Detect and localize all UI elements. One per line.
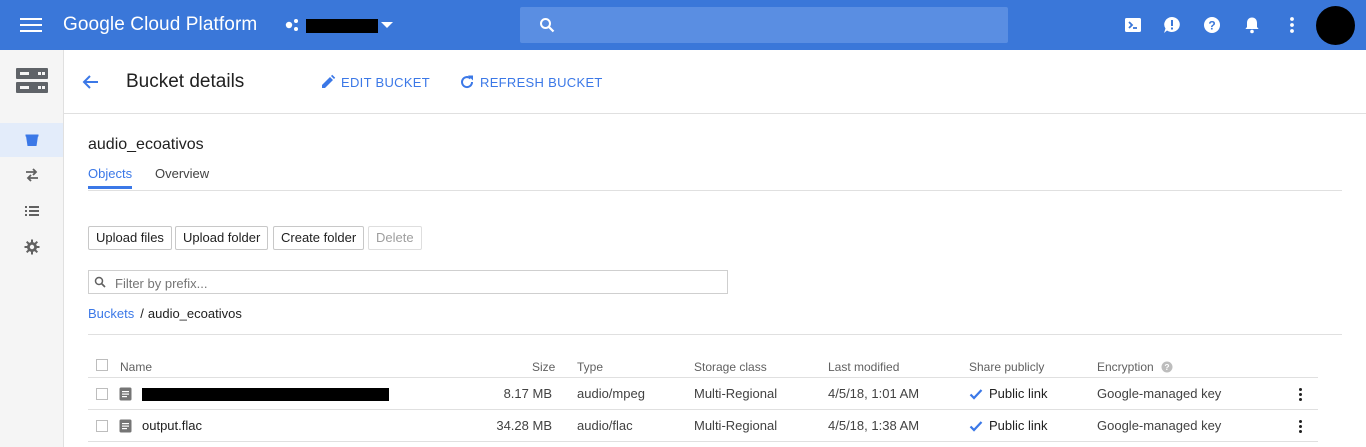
public-link[interactable]: Public link [989, 418, 1048, 433]
breadcrumb-current: audio_ecoativos [147, 306, 242, 321]
feedback-icon[interactable] [1162, 15, 1182, 35]
last-modified: 4/5/18, 1:01 AM [828, 386, 920, 401]
public-link[interactable]: Public link [989, 386, 1048, 401]
upload-files-button[interactable]: Upload files [88, 226, 172, 250]
file-size: 8.17 MB [503, 386, 552, 401]
row-divider [88, 409, 1318, 410]
create-folder-button[interactable]: Create folder [273, 226, 365, 250]
nav-item-transfer-appliance[interactable] [0, 194, 63, 228]
page-header: Bucket details EDIT BUCKET REFRESH BUCKE… [64, 50, 1366, 114]
nav-item-transfer[interactable] [0, 158, 63, 192]
more-vert-icon[interactable] [1282, 15, 1302, 35]
storage-class: Multi-Regional [694, 418, 778, 433]
row-divider [88, 441, 1318, 442]
row-divider [88, 377, 1318, 378]
app-brand[interactable]: Google Cloud Platform [63, 14, 257, 36]
svg-text:?: ? [1208, 19, 1215, 33]
row-checkbox[interactable] [96, 388, 108, 400]
encryption: Google-managed key [1097, 386, 1222, 401]
upload-folder-button[interactable]: Upload folder [175, 226, 269, 250]
divider [88, 334, 1342, 335]
check-icon[interactable] [969, 387, 983, 401]
column-header-storage-class[interactable]: Storage class [694, 360, 767, 374]
more-vert-icon[interactable] [1299, 388, 1303, 403]
search-icon [540, 18, 555, 33]
page-title: Bucket details [126, 71, 245, 92]
refresh-bucket-label: REFRESH BUCKET [480, 75, 603, 90]
storage-class: Multi-Regional [694, 386, 778, 401]
select-all-checkbox[interactable] [96, 359, 108, 371]
breadcrumb: Buckets / audio_ecoativos [88, 306, 242, 321]
cloud-shell-icon[interactable] [1123, 15, 1143, 35]
settings-icon [24, 239, 40, 255]
storage-icon[interactable] [16, 68, 48, 94]
bucket-icon [25, 134, 39, 146]
breadcrumb-separator: / [140, 306, 144, 321]
left-nav [0, 50, 64, 447]
file-icon [119, 419, 132, 433]
column-header-share-publicly[interactable]: Share publicly [969, 360, 1044, 374]
tab-objects[interactable]: Objects [88, 166, 133, 189]
chevron-down-icon[interactable] [381, 22, 393, 28]
nav-item-browser[interactable] [0, 123, 63, 157]
more-vert-icon[interactable] [1299, 420, 1303, 435]
refresh-icon [461, 75, 474, 89]
column-header-name[interactable]: Name [120, 360, 152, 374]
file-type: audio/flac [577, 418, 633, 433]
top-bar: Google Cloud Platform ? [0, 0, 1366, 50]
edit-bucket-label: EDIT BUCKET [341, 75, 431, 90]
avatar[interactable] [1316, 6, 1355, 45]
column-header-encryption[interactable]: Encryption [1097, 360, 1154, 374]
bucket-name: audio_ecoativos [88, 136, 204, 153]
search-icon [94, 276, 106, 288]
tab-overview[interactable]: Overview [155, 166, 209, 181]
column-header-size[interactable]: Size [532, 360, 555, 374]
tab-bar: Objects Overview [88, 166, 1342, 191]
transfer-appliance-icon [25, 206, 39, 216]
project-name-redacted[interactable] [306, 19, 378, 33]
column-header-last-modified[interactable]: Last modified [828, 360, 899, 374]
project-icon[interactable] [284, 17, 300, 33]
help-icon[interactable]: ? [1202, 15, 1222, 35]
edit-icon [322, 74, 336, 88]
svg-text:?: ? [1164, 362, 1169, 372]
column-header-type[interactable]: Type [577, 360, 603, 374]
transfer-icon [26, 168, 38, 182]
file-name[interactable]: output.flac [142, 418, 202, 433]
row-checkbox[interactable] [96, 420, 108, 432]
encryption: Google-managed key [1097, 418, 1222, 433]
breadcrumb-buckets-link[interactable]: Buckets [88, 306, 134, 321]
file-type: audio/mpeg [577, 386, 645, 401]
file-size: 34.28 MB [496, 418, 552, 433]
back-arrow-icon[interactable] [82, 73, 100, 91]
delete-button[interactable]: Delete [368, 226, 422, 250]
notifications-icon[interactable] [1242, 15, 1262, 35]
check-icon[interactable] [969, 419, 983, 433]
search-bar[interactable] [520, 7, 1008, 45]
file-name-redacted[interactable] [142, 388, 389, 401]
info-icon[interactable]: ? [1161, 361, 1173, 373]
last-modified: 4/5/18, 1:38 AM [828, 418, 920, 433]
menu-icon[interactable] [20, 15, 42, 35]
file-icon [119, 387, 132, 401]
filter-input[interactable] [113, 271, 717, 295]
search-input[interactable] [560, 7, 1004, 45]
filter-box[interactable] [88, 270, 728, 295]
nav-item-settings[interactable] [0, 230, 63, 264]
